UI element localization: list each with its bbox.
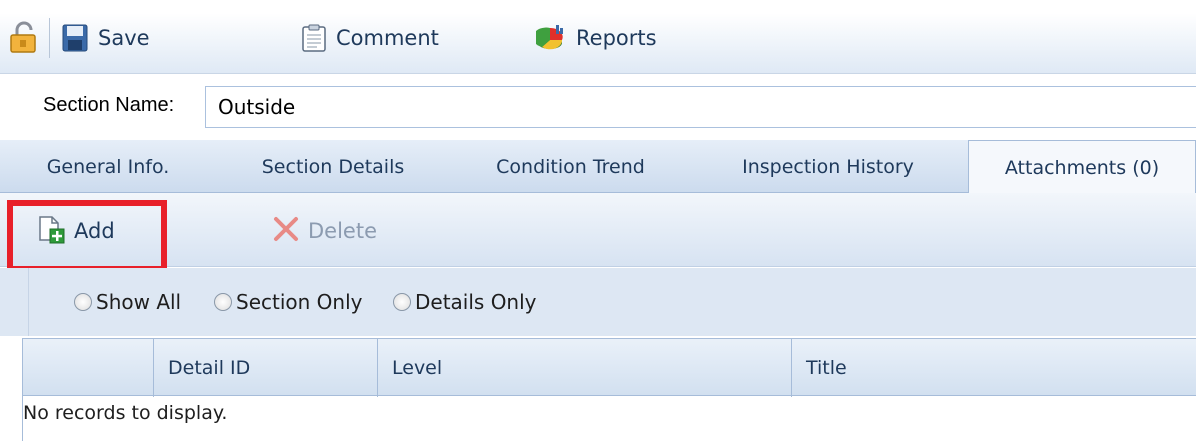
radio-circle: [214, 293, 232, 311]
radio-label: Show All: [96, 290, 182, 314]
radio-label: Details Only: [415, 290, 537, 314]
tab-attachments[interactable]: Attachments (0): [968, 140, 1196, 194]
radio-section-only[interactable]: Section Only: [214, 290, 362, 314]
main-toolbar: Save Comment Reports: [0, 0, 1196, 74]
attachments-grid: Detail ID Level Title No records to disp…: [22, 338, 1196, 441]
column-header-select[interactable]: [23, 339, 153, 397]
section-name-label: Section Name:: [43, 94, 175, 116]
save-button[interactable]: Save: [62, 18, 150, 58]
reports-label: Reports: [576, 26, 657, 50]
column-label: Title: [806, 357, 847, 379]
clipboard-icon: [302, 24, 326, 52]
comment-label: Comment: [336, 26, 439, 50]
tab-condition-trend[interactable]: Condition Trend: [468, 140, 673, 193]
add-file-icon: [36, 214, 66, 249]
tab-inspection-history[interactable]: Inspection History: [710, 140, 946, 193]
tab-label: General Info.: [46, 155, 170, 178]
tab-bar: General Info. Section Details Condition …: [0, 140, 1196, 194]
tab-label: Inspection History: [742, 155, 914, 178]
tab-label: Condition Trend: [496, 155, 645, 178]
attachments-toolbar: Add Delete: [0, 193, 1196, 267]
pie-chart-icon: [536, 24, 566, 52]
comment-button[interactable]: Comment: [302, 18, 439, 58]
tab-label: Attachments (0): [1004, 156, 1160, 179]
delete-button[interactable]: Delete: [272, 213, 377, 249]
floppy-disk-icon: [62, 24, 88, 52]
lock-icon[interactable]: [8, 20, 42, 54]
reports-button[interactable]: Reports: [536, 18, 657, 58]
radio-circle: [74, 293, 92, 311]
section-name-row: Section Name: Outside: [0, 74, 1196, 136]
radio-label: Section Only: [236, 290, 363, 314]
radio-show-all[interactable]: Show All: [74, 290, 181, 314]
filter-row: Show All Section Only Details Only: [0, 268, 1196, 336]
grid-header: Detail ID Level Title: [23, 338, 1196, 397]
column-label: Detail ID: [168, 357, 251, 379]
toolbar-separator: [49, 18, 50, 58]
radio-details-only[interactable]: Details Only: [393, 290, 537, 314]
column-header-detail-id[interactable]: Detail ID: [153, 339, 377, 397]
section-name-value: Outside: [218, 95, 296, 119]
tab-section-details[interactable]: Section Details: [228, 140, 438, 193]
column-label: Level: [392, 357, 443, 379]
save-label: Save: [98, 26, 150, 50]
column-header-title[interactable]: Title: [791, 339, 1196, 397]
empty-grid-message: No records to display.: [23, 402, 228, 424]
radio-circle: [393, 293, 411, 311]
filter-panel: Show All Section Only Details Only: [28, 268, 1196, 336]
add-button[interactable]: Add: [36, 213, 115, 249]
tab-general-info[interactable]: General Info.: [18, 140, 198, 193]
section-name-field[interactable]: Outside: [205, 86, 1196, 128]
column-header-level[interactable]: Level: [377, 339, 791, 397]
add-label: Add: [74, 219, 115, 243]
delete-label: Delete: [308, 219, 377, 243]
tab-label: Section Details: [261, 155, 405, 178]
delete-x-icon: [272, 215, 300, 248]
